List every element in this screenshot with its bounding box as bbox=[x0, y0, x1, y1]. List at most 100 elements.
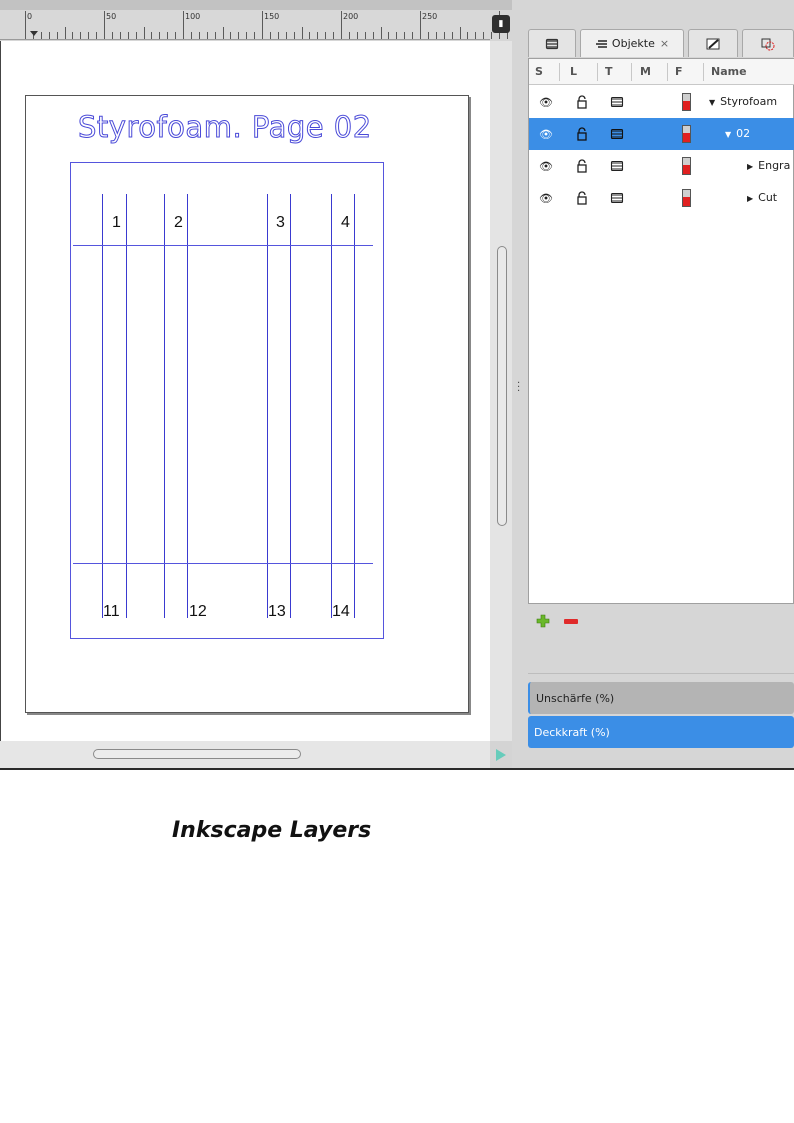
ruler-tick bbox=[119, 32, 121, 39]
cut-line[interactable] bbox=[164, 194, 165, 618]
tab-layers[interactable] bbox=[528, 29, 576, 57]
column-header-type[interactable]: T bbox=[605, 65, 613, 78]
cut-line[interactable] bbox=[267, 194, 268, 618]
close-icon[interactable]: × bbox=[660, 37, 669, 50]
tree-row-label[interactable]: ▼ 02 bbox=[725, 127, 750, 140]
tab-fill-stroke[interactable] bbox=[688, 29, 738, 57]
ruler-tick bbox=[230, 32, 232, 39]
layer-actions bbox=[528, 604, 794, 674]
column-header-visible[interactable]: S bbox=[535, 65, 543, 78]
column-number: 11 bbox=[103, 603, 120, 620]
unlock-icon[interactable] bbox=[573, 93, 591, 111]
cut-line[interactable] bbox=[331, 194, 332, 618]
color-manage-button[interactable] bbox=[490, 741, 512, 768]
horizontal-scrollbar[interactable] bbox=[93, 749, 301, 759]
tree-row-styrofoam[interactable]: 👁 ▼ Styrofoam bbox=[529, 86, 794, 118]
tree-row-label[interactable]: ▶ Cut bbox=[747, 191, 777, 204]
cut-line[interactable] bbox=[126, 194, 127, 618]
ruler-tick bbox=[388, 32, 390, 39]
column-header-name[interactable]: Name bbox=[711, 65, 747, 78]
expand-arrow-icon[interactable]: ▶ bbox=[747, 194, 753, 203]
ruler-tick bbox=[348, 32, 350, 39]
remove-icon[interactable] bbox=[564, 619, 578, 624]
objects-tree[interactable]: S L T M F Name 👁 ▼ Styrofoam 👁 ▼ 02 👁 ▶ … bbox=[528, 58, 794, 604]
fill-indicator[interactable] bbox=[677, 93, 695, 111]
cut-line[interactable] bbox=[354, 194, 355, 618]
ruler-tick bbox=[412, 32, 414, 39]
ruler-tick bbox=[317, 32, 319, 39]
layer-name[interactable]: 02 bbox=[736, 127, 750, 140]
layer-type-icon[interactable] bbox=[608, 93, 626, 111]
horizontal-ruler[interactable]: 0 50 100 150 200 250 bbox=[0, 0, 794, 40]
ruler-tick bbox=[143, 27, 145, 39]
column-number: 13 bbox=[268, 603, 286, 620]
unlock-icon[interactable] bbox=[573, 125, 591, 143]
tree-row-cut[interactable]: 👁 ▶ Cut bbox=[529, 182, 794, 214]
column-separator bbox=[703, 63, 704, 81]
column-separator bbox=[597, 63, 598, 81]
tree-row-engrave[interactable]: 👁 ▶ Engra bbox=[529, 150, 794, 182]
drag-handle-icon[interactable]: · · · bbox=[517, 379, 520, 397]
column-header-mask[interactable]: M bbox=[640, 65, 651, 78]
layout-frame[interactable] bbox=[70, 162, 384, 639]
vertical-scrollbar[interactable] bbox=[497, 246, 507, 526]
document-page[interactable]: Styrofoam. Page 02 1 2 3 4 11 12 13 14 bbox=[25, 95, 469, 713]
ruler-tick bbox=[364, 32, 366, 39]
eye-icon[interactable]: 👁 bbox=[537, 189, 555, 207]
cut-line[interactable] bbox=[290, 194, 291, 618]
layer-type-icon[interactable] bbox=[608, 157, 626, 175]
expand-arrow-icon[interactable]: ▶ bbox=[747, 162, 753, 171]
eye-icon[interactable]: 👁 bbox=[537, 157, 555, 175]
ruler-tick bbox=[72, 32, 74, 39]
add-icon[interactable] bbox=[536, 614, 550, 628]
ruler-tick bbox=[135, 32, 137, 39]
tab-transform[interactable] bbox=[742, 29, 794, 57]
lock-guides-button[interactable]: ▮ bbox=[492, 15, 510, 33]
ruler-tick bbox=[40, 32, 42, 39]
column-header-fill[interactable]: F bbox=[675, 65, 683, 78]
ruler-tick bbox=[491, 32, 493, 39]
fill-indicator[interactable] bbox=[677, 125, 695, 143]
ruler-tick bbox=[475, 32, 477, 39]
layer-name[interactable]: Styrofoam bbox=[720, 95, 777, 108]
ruler-tick bbox=[25, 11, 26, 39]
fill-indicator[interactable] bbox=[677, 157, 695, 175]
tree-row-label[interactable]: ▼ Styrofoam bbox=[709, 95, 777, 108]
cut-line[interactable] bbox=[187, 194, 188, 618]
guide-line-bottom[interactable] bbox=[73, 563, 373, 564]
layer-name[interactable]: Engra bbox=[758, 159, 790, 172]
ruler-tick bbox=[159, 32, 161, 39]
panel-divider[interactable]: · · · bbox=[512, 0, 526, 768]
guide-line-top[interactable] bbox=[73, 245, 373, 246]
ruler-tick bbox=[459, 27, 461, 39]
expand-arrow-icon[interactable]: ▼ bbox=[709, 98, 715, 107]
column-number: 14 bbox=[332, 603, 350, 620]
unlock-icon[interactable] bbox=[573, 189, 591, 207]
eye-icon[interactable]: 👁 bbox=[537, 93, 555, 111]
ruler-tick bbox=[269, 32, 271, 39]
blur-slider[interactable]: Unschärfe (%) bbox=[528, 682, 794, 714]
ruler-tick bbox=[183, 11, 184, 39]
unlock-icon[interactable] bbox=[573, 157, 591, 175]
eye-icon[interactable]: 👁 bbox=[537, 125, 555, 143]
ruler-tick bbox=[427, 32, 429, 39]
expand-arrow-icon[interactable]: ▼ bbox=[725, 130, 731, 139]
layer-name[interactable]: Cut bbox=[758, 191, 777, 204]
layer-type-icon[interactable] bbox=[608, 125, 626, 143]
ruler-tick bbox=[333, 32, 335, 39]
tab-objects[interactable]: Objekte × bbox=[580, 29, 684, 57]
ruler-tick bbox=[506, 32, 508, 39]
cut-line[interactable] bbox=[102, 194, 103, 618]
ruler-tick bbox=[420, 11, 421, 39]
page-title[interactable]: Styrofoam. Page 02 bbox=[78, 110, 372, 145]
column-separator bbox=[559, 63, 560, 81]
ruler-tick bbox=[341, 11, 342, 39]
opacity-slider[interactable]: Deckkraft (%) bbox=[528, 716, 794, 748]
column-header-locked[interactable]: L bbox=[570, 65, 577, 78]
tree-row-label[interactable]: ▶ Engra bbox=[747, 159, 790, 172]
ruler-tick bbox=[356, 32, 358, 39]
drawing-canvas[interactable]: Styrofoam. Page 02 1 2 3 4 11 12 13 14 bbox=[0, 41, 490, 741]
layer-type-icon[interactable] bbox=[608, 189, 626, 207]
tree-row-02[interactable]: 👁 ▼ 02 bbox=[529, 118, 794, 150]
fill-indicator[interactable] bbox=[677, 189, 695, 207]
